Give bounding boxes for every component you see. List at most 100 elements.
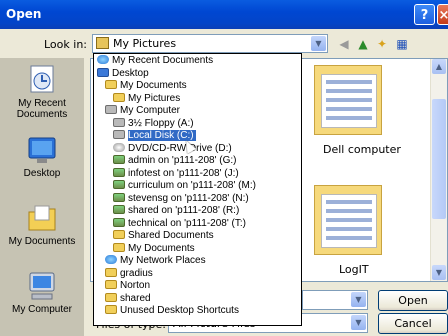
look-in-combo[interactable]: My Pictures ▼: [92, 34, 328, 53]
back-icon[interactable]: ◀: [336, 36, 352, 52]
scroll-thumb[interactable]: [432, 99, 446, 219]
folder-icon: [113, 230, 125, 239]
dropdown-item-label: gradius: [120, 267, 153, 279]
vertical-scrollbar[interactable]: ▲ ▼: [430, 59, 447, 281]
dropdown-item-label: My Pictures: [128, 92, 181, 104]
network-drive-icon: [113, 217, 125, 227]
dropdown-item-label: My Network Places: [120, 255, 206, 266]
dropdown-item-label: My Recent Documents: [112, 55, 214, 66]
dropdown-item[interactable]: Unused Desktop Shortcuts: [105, 305, 239, 316]
cd-icon: [113, 142, 125, 152]
network-drive-icon: [113, 155, 125, 164]
dropdown-item[interactable]: DVD/CD-RW Drive (D:): [113, 142, 232, 154]
dropdown-item-label: My Documents: [120, 80, 187, 91]
dropdown-item-label: Unused Desktop Shortcuts: [120, 305, 239, 316]
folder-icon: [105, 80, 117, 89]
place-my-documents[interactable]: My Documents: [0, 202, 84, 247]
dropdown-item-label: Norton: [120, 280, 151, 291]
place-my-computer[interactable]: My Computer: [0, 270, 84, 315]
recent-documents-icon: [27, 64, 57, 96]
look-in-dropdown-list[interactable]: My Recent Documents Desktop My Documents My…: [93, 53, 302, 326]
file-name-field[interactable]: ▼: [302, 290, 368, 310]
chevron-down-icon[interactable]: ▼: [311, 36, 326, 51]
file-label[interactable]: Dell computer: [323, 143, 401, 156]
folder-icon: [113, 92, 125, 102]
dropdown-item-label: My Computer: [120, 105, 181, 116]
network-drive-icon: [113, 205, 125, 214]
dropdown-item[interactable]: gradius: [105, 267, 153, 279]
dropdown-item[interactable]: My Recent Documents: [97, 55, 213, 66]
close-button[interactable]: ×: [437, 4, 448, 25]
up-folder-icon[interactable]: ▲: [355, 36, 371, 52]
folder-icon: [105, 305, 117, 314]
dropdown-item[interactable]: My Documents: [113, 242, 195, 254]
my-computer-icon: [27, 270, 57, 302]
desktop-icon: [97, 67, 109, 77]
floppy-icon: [113, 117, 125, 127]
dropdown-item-label: shared: [120, 292, 151, 304]
dropdown-item-label: technical on 'p111-208' (T:): [128, 217, 246, 229]
file-thumbnail-logit[interactable]: [314, 185, 382, 255]
look-in-value: My Pictures: [113, 37, 177, 50]
dropdown-item[interactable]: admin on 'p111-208' (G:): [113, 155, 237, 166]
open-button[interactable]: Open: [378, 290, 448, 311]
dropdown-item-label: shared on 'p111-208' (R:): [128, 205, 240, 216]
dropdown-item-label: stevensg on 'p111-208' (N:): [128, 192, 249, 204]
dropdown-item[interactable]: Shared Documents: [113, 230, 214, 241]
look-in-label: Look in:: [44, 38, 87, 51]
dropdown-item[interactable]: 3½ Floppy (A:): [113, 117, 194, 129]
dropdown-item[interactable]: shared on 'p111-208' (R:): [113, 205, 239, 216]
dropdown-item[interactable]: curriculum on 'p111-208' (M:): [113, 180, 256, 191]
my-documents-icon: [27, 202, 57, 234]
dropdown-item[interactable]: Desktop: [97, 67, 149, 79]
drive-icon: [113, 130, 125, 139]
recent-icon: [97, 55, 109, 64]
folder-icon: [105, 280, 117, 289]
network-places-icon: [105, 255, 117, 264]
file-thumbnail-dell-computer[interactable]: [314, 65, 382, 135]
new-folder-icon[interactable]: ✦: [374, 36, 390, 52]
scroll-up-icon[interactable]: ▲: [432, 59, 446, 74]
network-drive-icon: [113, 180, 125, 189]
place-label: My Computer: [11, 304, 72, 315]
chevron-down-icon[interactable]: ▼: [351, 315, 366, 330]
dropdown-item[interactable]: stevensg on 'p111-208' (N:): [113, 192, 249, 204]
dropdown-item-label: Local Disk (C:): [128, 130, 196, 141]
places-bar: My Recent Documents Desktop My Documents…: [0, 58, 84, 336]
dropdown-item-label: admin on 'p111-208' (G:): [128, 155, 237, 166]
dropdown-item-label: DVD/CD-RW Drive (D:): [128, 142, 232, 154]
dropdown-item[interactable]: shared: [105, 292, 151, 304]
help-button[interactable]: ?: [414, 4, 435, 25]
place-label: My Documents: [8, 236, 76, 247]
dropdown-item-label: Shared Documents: [128, 230, 214, 241]
place-label: Desktop: [23, 168, 61, 179]
views-menu-icon[interactable]: ▦: [394, 36, 410, 52]
dropdown-item[interactable]: Local Disk (C:): [113, 130, 196, 141]
dropdown-item-label: infotest on 'p111-208' (J:): [128, 167, 239, 179]
dropdown-item[interactable]: My Documents: [105, 80, 187, 91]
scroll-down-icon[interactable]: ▼: [432, 265, 446, 280]
dropdown-item[interactable]: My Computer: [105, 105, 180, 116]
dropdown-item-label: curriculum on 'p111-208' (M:): [128, 180, 256, 191]
dropdown-item-label: 3½ Floppy (A:): [128, 117, 194, 129]
dropdown-item[interactable]: Norton: [105, 280, 150, 291]
title-bar: Open ? ×: [0, 0, 448, 29]
window-title: Open: [6, 7, 42, 21]
desktop-icon: [27, 134, 57, 166]
folder-icon: [113, 242, 125, 252]
place-recent-documents[interactable]: My Recent Documents: [0, 64, 84, 120]
dropdown-item[interactable]: My Network Places: [105, 255, 206, 266]
place-desktop[interactable]: Desktop: [0, 134, 84, 179]
dropdown-item[interactable]: infotest on 'p111-208' (J:): [113, 167, 239, 179]
dropdown-item-label: My Documents: [128, 242, 195, 254]
file-label[interactable]: LogIT: [339, 263, 369, 276]
dropdown-item[interactable]: My Pictures: [113, 92, 181, 104]
network-drive-icon: [113, 167, 125, 177]
chevron-down-icon[interactable]: ▼: [351, 292, 366, 307]
place-label: My Recent Documents: [16, 98, 68, 120]
dropdown-item[interactable]: technical on 'p111-208' (T:): [113, 217, 246, 229]
dropdown-item-label: Desktop: [112, 67, 149, 79]
cancel-button[interactable]: Cancel: [378, 313, 448, 334]
network-drive-icon: [113, 192, 125, 202]
computer-icon: [105, 105, 117, 114]
